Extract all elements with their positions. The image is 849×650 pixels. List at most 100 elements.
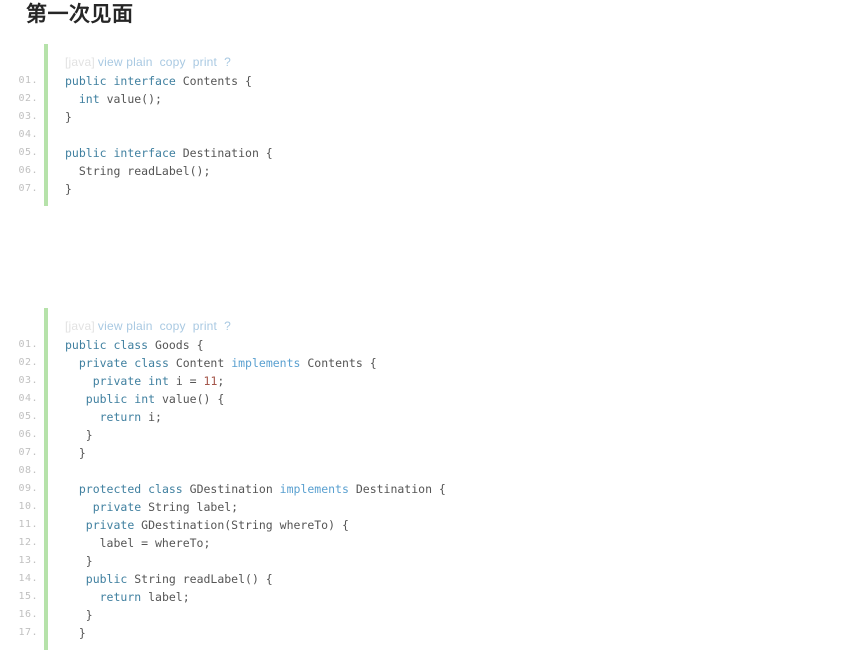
code-line-row: 02. private class Content implements Con… [0, 354, 849, 372]
code-line-row: 03.} [0, 108, 849, 126]
code-block-top-spacer-row [0, 308, 849, 316]
code-line: private GDestination(String whereTo) { [48, 516, 849, 534]
code-line-row: 16. } [0, 606, 849, 624]
code-line-row: 04. [0, 126, 849, 144]
code-token-plain: label = whereTo; [65, 536, 211, 550]
code-token-keyword: private [85, 518, 135, 532]
code-line-row: 17. } [0, 624, 849, 642]
code-token-plain: } [65, 110, 72, 124]
code-line-row: 05. return i; [0, 408, 849, 426]
code-line-row: 05. public interface Destination { [0, 144, 849, 162]
code-token-keyword: public [85, 572, 128, 586]
code-line-row: 13. } [0, 552, 849, 570]
code-token-plain: ; [217, 374, 225, 388]
toolbar-link-print[interactable]: print [193, 319, 217, 333]
code-line-row: 03. private int i = 11; [0, 372, 849, 390]
code-line-row: 01. public interface Contents { [0, 72, 849, 90]
code-token-keyword: protected [78, 482, 142, 496]
code-line-row: 06. } [0, 426, 849, 444]
code-toolbar-row: [java] view plain copy print? [0, 52, 849, 72]
code-line: protected class GDestination implements … [48, 480, 849, 498]
toolbar-link-help[interactable]: ? [224, 55, 231, 69]
code-token-num: 11 [203, 374, 218, 388]
code-token-plain: i; [141, 410, 162, 424]
code-gutter-bar [44, 198, 48, 206]
code-token-keyword: private [92, 374, 142, 388]
code-token-keyword: public [65, 146, 107, 160]
code-token-plain: } [65, 554, 93, 568]
toolbar-link-view-plain[interactable]: view plain [98, 55, 153, 69]
toolbar-link-print[interactable]: print [193, 55, 217, 69]
line-number: 04. [18, 393, 38, 404]
code-line-row: 02. int value(); [0, 90, 849, 108]
code-token-plain: } [65, 626, 86, 640]
code-gutter-bar [44, 642, 48, 650]
toolbar-link-copy[interactable]: copy [160, 55, 186, 69]
code-token-keyword: interface [113, 146, 176, 160]
code-token-keyword: private [78, 356, 128, 370]
line-number: 05. [18, 147, 38, 158]
code-line-row: 06. String readLabel(); [0, 162, 849, 180]
code-line: } [48, 426, 849, 444]
code-token-keyword: class [113, 338, 149, 352]
code-token-keyword: return [99, 410, 142, 424]
line-number: 15. [18, 591, 38, 602]
code-token-plain: Contents { [175, 74, 252, 88]
toolbar-link-copy[interactable]: copy [160, 319, 186, 333]
code-block-2: [java] view plain copy print? 01. public clas… [0, 308, 849, 650]
code-token-plain: } [65, 608, 93, 622]
code-token-keyword: int [148, 374, 169, 388]
code-token-plain: i = [168, 374, 204, 388]
toolbar-link-view-plain[interactable]: view plain [98, 319, 153, 333]
code-line-row: 11. private GDestination(String whereTo)… [0, 516, 849, 534]
code-token-keyword: private [92, 500, 142, 514]
code-token-plain: Content [168, 356, 232, 370]
code-line-row: 08. [0, 462, 849, 480]
code-token-plain: String label; [141, 500, 239, 514]
code-gutter-bar [44, 308, 48, 316]
code-line: } [48, 552, 849, 570]
code-line: public String readLabel() { [48, 570, 849, 588]
code-token-keyword: class [134, 356, 169, 370]
code-token-imp: implements [279, 482, 349, 496]
code-line-row: 09. protected class GDestination impleme… [0, 480, 849, 498]
code-block-bottom-spacer-row [0, 198, 849, 206]
code-block-1: [java] view plain copy print? 01. public inte… [0, 44, 849, 206]
code-token-plain: Contents { [300, 356, 377, 370]
code-line: public class Goods { [48, 336, 849, 354]
code-token-keyword: public [65, 338, 107, 352]
code-line: private int i = 11; [48, 372, 849, 390]
toolbar-link-help[interactable]: ? [224, 319, 231, 333]
code-line-row: 12. label = whereTo; [0, 534, 849, 552]
line-number: 11. [18, 519, 38, 530]
code-line-row: 07. } [0, 444, 849, 462]
code-line-row: 07.} [0, 180, 849, 198]
code-line-row: 15. return label; [0, 588, 849, 606]
code-line: public interface Destination { [48, 144, 849, 162]
code-block-bottom-spacer-row [0, 642, 849, 650]
code-line: String readLabel(); [48, 162, 849, 180]
code-language-label: [java] [65, 319, 95, 333]
line-number: 07. [18, 183, 38, 194]
line-number: 03. [18, 111, 38, 122]
code-line: } [48, 444, 849, 462]
code-token-plain: GDestination(String whereTo) { [134, 518, 349, 532]
code-token-plain: String readLabel() { [127, 572, 273, 586]
code-line: label = whereTo; [48, 534, 849, 552]
code-token-plain: Destination { [348, 482, 446, 496]
code-block-top-spacer-row [0, 44, 849, 52]
line-number: 09. [18, 483, 38, 494]
code-line: private String label; [48, 498, 849, 516]
code-line: return i; [48, 408, 849, 426]
line-number: 10. [18, 501, 38, 512]
line-number: 08. [18, 465, 38, 476]
code-token-plain: label; [141, 590, 190, 604]
line-number: 07. [18, 447, 38, 458]
code-token-keyword: public [85, 392, 128, 406]
